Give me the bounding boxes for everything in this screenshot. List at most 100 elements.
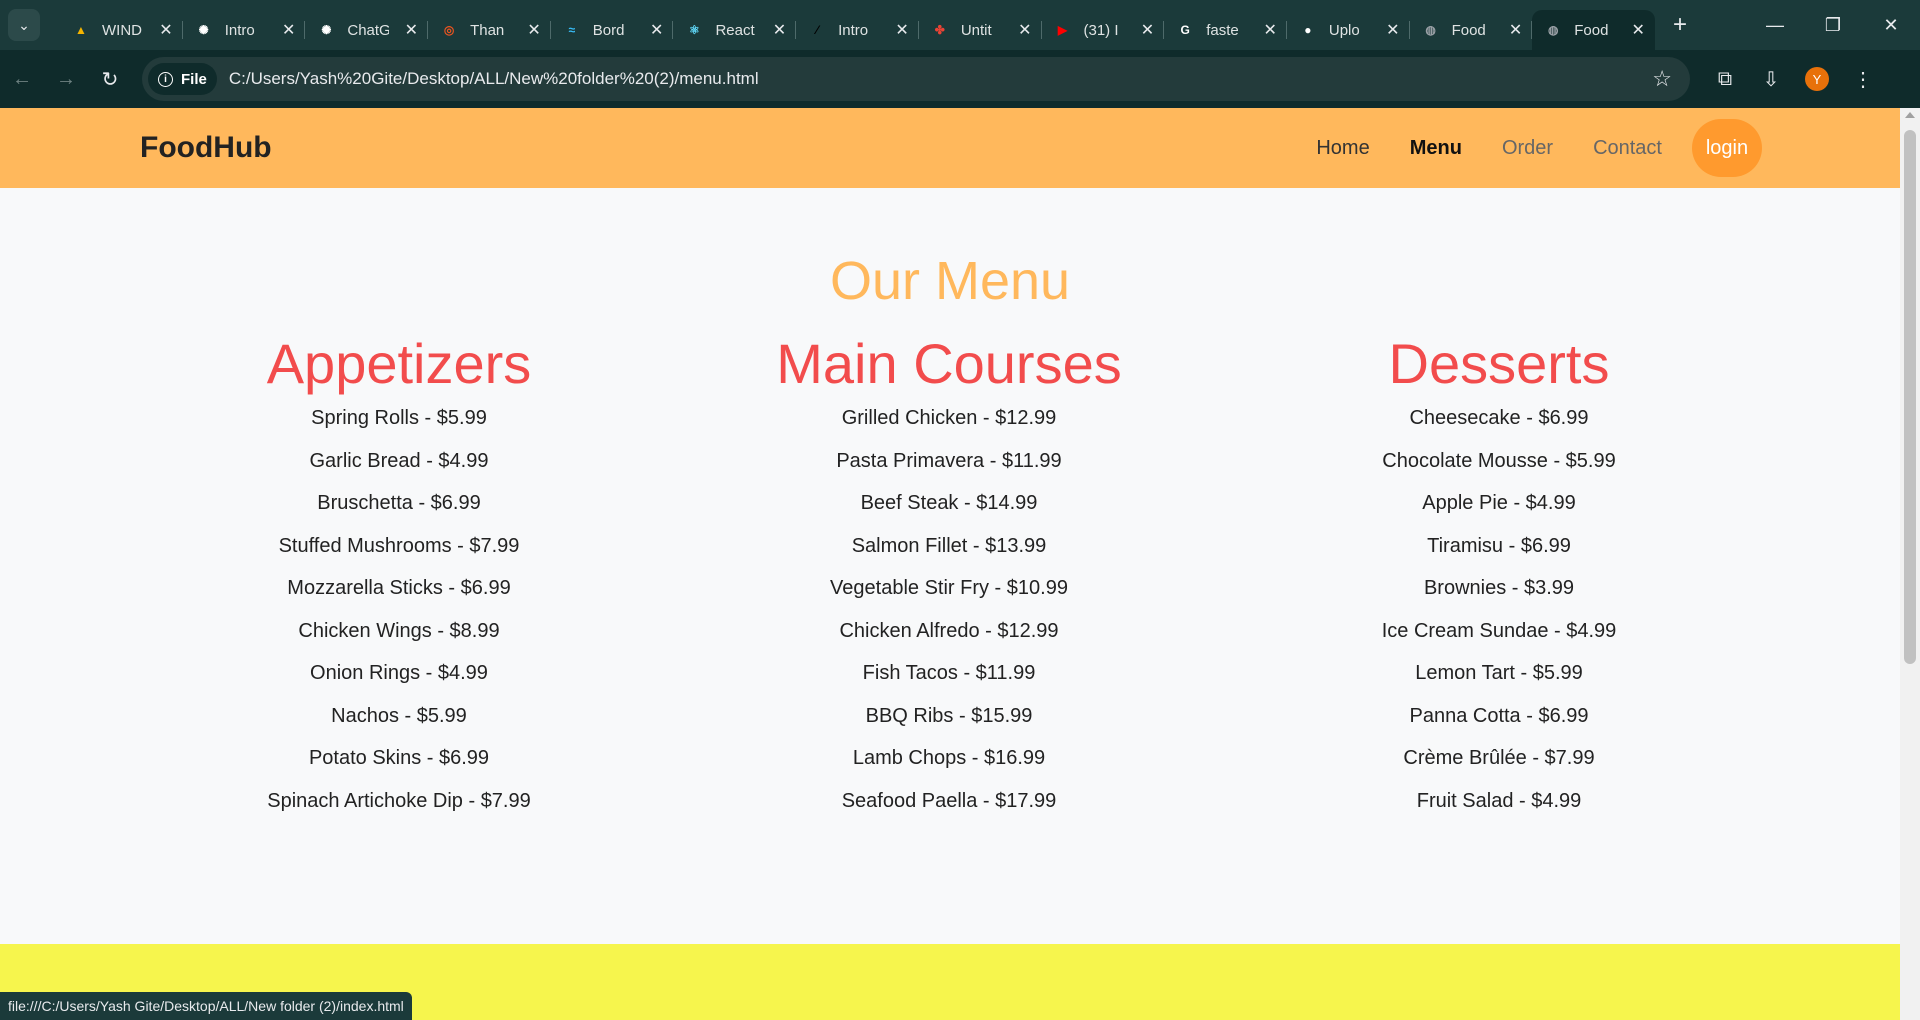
close-tab-icon[interactable]: ✕ [650, 20, 663, 40]
tab-title: Food [1574, 21, 1609, 39]
close-tab-icon[interactable]: ✕ [159, 20, 172, 40]
browser-tab[interactable]: ⁄ Intro ✕ [796, 10, 919, 50]
browser-tab[interactable]: ✺ ChatG ✕ [305, 10, 428, 50]
google-drive-icon: ▲ [75, 23, 87, 37]
browser-tab[interactable]: ▲ WIND ✕ [60, 10, 183, 50]
menu-item: Apple Pie - $4.99 [1422, 492, 1576, 514]
new-tab-button[interactable]: + [1673, 11, 1687, 39]
extensions-icon[interactable]: ⧉ [1702, 68, 1748, 91]
globe-icon: ◍ [1425, 23, 1436, 37]
browser-tab-strip: ⌄ ▲ WIND ✕ ✺ Intro ✕ ✺ ChatG ✕ ◎ Than ✕ ≈ Bord ✕ ⚛ React… [0, 0, 1920, 50]
menu-item: Cheesecake - $6.99 [1409, 407, 1589, 429]
tab-title: Intro [224, 21, 255, 39]
scroll-up-arrow-icon[interactable] [1905, 112, 1915, 118]
site-info-chip[interactable]: i File [148, 63, 217, 95]
tab-list: ▲ WIND ✕ ✺ Intro ✕ ✺ ChatG ✕ ◎ Than ✕ ≈ Bord ✕ ⚛ React ✕ ⁄… [60, 0, 1655, 50]
close-tab-icon[interactable]: ✕ [895, 20, 908, 40]
browser-tab[interactable]: ▶ (31) I ✕ [1042, 10, 1165, 50]
kebab-menu-icon[interactable]: ⋮ [1840, 67, 1886, 92]
nav-links: Home Menu Order Contact login [1276, 119, 1762, 177]
browser-tab[interactable]: ● Uplo ✕ [1287, 10, 1410, 50]
youtube-icon: ▶ [1057, 23, 1068, 37]
login-button[interactable]: login [1692, 119, 1762, 177]
close-tab-icon[interactable]: ✕ [405, 20, 418, 40]
close-tab-icon[interactable]: ✕ [1141, 20, 1154, 40]
section-heading: Main Courses [776, 332, 1122, 395]
scrollbar-thumb[interactable] [1904, 130, 1916, 664]
nav-link-menu[interactable]: Menu [1410, 137, 1462, 160]
close-tab-icon[interactable]: ✕ [282, 20, 295, 40]
minimize-button[interactable]: — [1746, 15, 1804, 36]
bookmark-star-icon[interactable]: ☆ [1652, 66, 1672, 92]
chatgpt-icon: ✺ [198, 23, 209, 37]
site-navbar: FoodHub Home Menu Order Contact login [0, 108, 1900, 188]
page-viewport: FoodHub Home Menu Order Contact login Ou… [0, 108, 1900, 1020]
menu-item: Crème Brûlée - $7.99 [1403, 747, 1595, 769]
close-tab-icon[interactable]: ✕ [773, 20, 786, 40]
tab-title: (31) I [1083, 21, 1119, 39]
chevron-down-icon: ⌄ [18, 16, 30, 33]
profile-button[interactable]: Y [1794, 67, 1840, 92]
menu-columns: Appetizers Spring Rolls - $5.99 Garlic B… [0, 314, 1900, 834]
close-tab-icon[interactable]: ✕ [1386, 20, 1399, 40]
browser-tab[interactable]: ◍ Food ✕ [1410, 10, 1533, 50]
google-icon: G [1180, 23, 1190, 37]
menu-item: Seafood Paella - $17.99 [841, 789, 1057, 812]
menu-item: Potato Skins - $6.99 [308, 747, 490, 769]
tab-title: React [715, 21, 755, 39]
menu-item: Mozzarella Sticks - $6.99 [287, 577, 511, 599]
close-tab-icon[interactable]: ✕ [527, 20, 540, 40]
nav-link-order[interactable]: Order [1502, 137, 1553, 160]
menu-item: Lamb Chops - $16.99 [852, 747, 1046, 769]
section-heading: Appetizers [266, 332, 532, 395]
nav-link-home[interactable]: Home [1316, 137, 1369, 160]
globe-icon: ◍ [1548, 23, 1559, 37]
menu-item: Grilled Chicken - $12.99 [841, 407, 1057, 429]
menu-item: Spring Rolls - $5.99 [311, 407, 487, 429]
browser-tab[interactable]: ≈ Bord ✕ [551, 10, 674, 50]
browser-tab[interactable]: ◎ Than ✕ [428, 10, 551, 50]
menu-item: Brownies - $3.99 [1423, 577, 1575, 599]
menu-item: Lemon Tart - $5.99 [1415, 662, 1583, 684]
close-tab-icon[interactable]: ✕ [1632, 20, 1645, 40]
browser-toolbar: ← → ↻ i File C:/Users/Yash%20Gite/Deskto… [0, 50, 1920, 108]
tab-title: Intro [838, 21, 869, 39]
nav-link-contact[interactable]: Contact [1593, 137, 1662, 160]
avatar: Y [1805, 67, 1829, 92]
close-tab-icon[interactable]: ✕ [1263, 20, 1276, 40]
tab-title: ChatG [347, 21, 390, 39]
tab-title: Food [1451, 21, 1486, 39]
menu-item: Stuffed Mushrooms - $7.99 [278, 534, 520, 557]
chatgpt-icon: ✺ [321, 23, 332, 37]
menu-section-main-courses: Main Courses Grilled Chicken - $12.99 Pa… [689, 334, 1209, 831]
browser-tab[interactable]: ⚛ React ✕ [673, 10, 796, 50]
download-icon[interactable]: ⇩ [1748, 67, 1794, 92]
vertical-scrollbar[interactable] [1900, 108, 1920, 1020]
close-tab-icon[interactable]: ✕ [1509, 20, 1522, 40]
menu-item: Bruschetta - $6.99 [317, 492, 481, 514]
tab-search-button[interactable]: ⌄ [8, 9, 40, 41]
react-icon: ⚛ [689, 23, 700, 37]
menu-item: Garlic Bread - $4.99 [309, 449, 489, 472]
back-button[interactable]: ← [0, 68, 44, 91]
reload-button[interactable]: ↻ [88, 67, 132, 92]
browser-tab[interactable]: Gfaste ✕ [1164, 10, 1287, 50]
menu-item: Panna Cotta - $6.99 [1409, 704, 1589, 727]
browser-tab[interactable]: ✤ Untit ✕ [919, 10, 1042, 50]
address-bar[interactable]: i File C:/Users/Yash%20Gite/Desktop/ALL/… [142, 57, 1690, 101]
restore-button[interactable]: ❐ [1804, 15, 1862, 36]
status-bar-link: file:///C:/Users/Yash Gite/Desktop/ALL/N… [0, 992, 412, 1020]
menu-item: Fish Tacos - $11.99 [862, 662, 1036, 684]
menu-item: Beef Steak - $14.99 [860, 492, 1038, 514]
tab-title: Untit [960, 21, 992, 39]
url-text[interactable]: C:/Users/Yash%20Gite/Desktop/ALL/New%20f… [229, 69, 759, 89]
ubuntu-icon: ◎ [443, 23, 455, 37]
forward-button[interactable]: → [44, 68, 88, 91]
section-heading: Desserts [1388, 332, 1610, 395]
menu-section-appetizers: Appetizers Spring Rolls - $5.99 Garlic B… [139, 334, 659, 831]
close-window-button[interactable]: ✕ [1862, 15, 1920, 36]
close-tab-icon[interactable]: ✕ [1018, 20, 1031, 40]
brand-logo[interactable]: FoodHub [140, 131, 272, 165]
browser-tab[interactable]: ✺ Intro ✕ [183, 10, 306, 50]
browser-tab[interactable]: ◍ Food ✕ [1532, 10, 1655, 50]
